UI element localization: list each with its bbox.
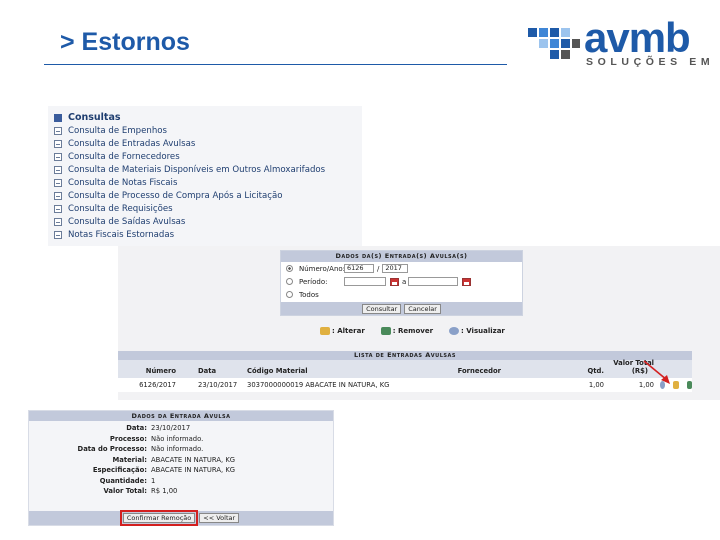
logo-brand: avmb (584, 14, 691, 61)
highlight-arrow (643, 360, 670, 384)
detail-row: Quantidade: 1 (99, 476, 156, 485)
menu-item-fornecedores[interactable]: Consulta de Fornecedores (54, 150, 362, 163)
remove-icon (380, 327, 391, 335)
menu-item-materiais-disponiveis[interactable]: Consulta de Materiais Disponíveis em Out… (54, 163, 362, 176)
calendar-icon[interactable] (462, 277, 472, 286)
bullet-icon (54, 139, 62, 148)
periodo-row: Período: a (281, 275, 522, 288)
entradas-table: Lista de Entradas Avulsas Número Data Có… (118, 351, 692, 392)
menu-item-entradas-avulsas[interactable]: Consulta de Entradas Avulsas (54, 137, 362, 150)
numero-radio[interactable] (286, 265, 293, 272)
periodo-separator: a (402, 277, 407, 286)
consultar-button[interactable]: Consultar (362, 303, 402, 314)
action-legend: : Alterar : Remover : Visualizar (320, 327, 505, 335)
menu-item-saidas-avulsas[interactable]: Consulta de Saídas Avulsas (54, 215, 362, 228)
menu-header[interactable]: Consultas (54, 112, 362, 123)
cell-qtd: 1,00 (588, 381, 604, 389)
bullet-icon (54, 204, 62, 213)
detail-row: Especificação: ABACATE IN NATURA, KG (92, 466, 236, 475)
detail-actions: Confirmar Remoção << Voltar (29, 510, 333, 526)
legend-alterar: : Alterar (320, 327, 365, 335)
periodo-radio[interactable] (286, 278, 293, 285)
menu-item-requisicoes[interactable]: Consulta de Requisições (54, 202, 362, 215)
cancelar-button[interactable]: Cancelar (404, 303, 441, 314)
detail-row: Data do Processo: Não informado. (77, 445, 204, 454)
company-logo: avmb SOLUÇÕES EM TI (528, 14, 720, 72)
col-qtd: Qtd. (587, 367, 604, 375)
magnifier-icon (449, 327, 460, 335)
entrada-detail-panel: Dados da Entrada Avulsa Data: 23/10/2017 … (28, 410, 334, 526)
logo-grid-icon (528, 28, 580, 59)
search-form-actions: Consultar Cancelar (281, 302, 522, 315)
numero-label: Número/Ano: (299, 264, 346, 273)
periodo-start-input[interactable] (344, 277, 386, 286)
bullet-icon (54, 126, 62, 135)
detail-row: Processo: Não informado. (109, 434, 204, 443)
col-data: Data (198, 367, 217, 375)
search-form: Dados da(s) Entrada(s) Avulsa(s) Número/… (280, 250, 523, 316)
col-codigo: Código Material (247, 367, 308, 375)
consultas-menu: Consultas Consulta de Empenhos Consulta … (48, 106, 362, 246)
menu-item-notas-estornadas[interactable]: Notas Fiscais Estornadas (54, 228, 362, 241)
numero-input[interactable]: 6126 (344, 264, 374, 273)
menu-item-processo-compra[interactable]: Consulta de Processo de Compra Após a Li… (54, 189, 362, 202)
cell-numero: 6126/2017 (139, 381, 176, 389)
todos-radio[interactable] (286, 291, 293, 298)
menu-item-empenhos[interactable]: Consulta de Empenhos (54, 124, 362, 137)
bullet-icon (54, 230, 62, 239)
col-numero: Número (145, 367, 176, 375)
table-header: Número Data Código Material Fornecedor Q… (118, 359, 692, 378)
pencil-icon (320, 327, 330, 335)
periodo-end-input[interactable] (408, 277, 459, 286)
todos-row: Todos (281, 288, 522, 301)
logo-tagline: SOLUÇÕES EM TI (586, 56, 720, 68)
detail-caption: Dados da Entrada Avulsa (29, 411, 333, 421)
bullet-icon (54, 165, 62, 174)
legend-remover: : Remover (380, 327, 433, 335)
table-row: 6126/2017 23/10/2017 3037000000019 ABACA… (118, 378, 692, 392)
col-fornecedor: Fornecedor (457, 367, 501, 375)
collapse-icon[interactable] (54, 113, 62, 122)
voltar-button[interactable]: << Voltar (199, 513, 240, 523)
cell-data: 23/10/2017 (198, 381, 238, 389)
numero-separator: / (377, 264, 380, 273)
detail-row: Material: ABACATE IN NATURA, KG (112, 455, 236, 464)
bullet-icon (54, 217, 62, 226)
bullet-icon (54, 191, 62, 200)
periodo-label: Período: (299, 277, 328, 286)
bullet-icon (54, 178, 62, 187)
title-divider (44, 64, 507, 65)
remove-icon[interactable] (686, 381, 692, 389)
ano-input[interactable]: 2017 (382, 264, 409, 273)
legend-visualizar: : Visualizar (449, 327, 505, 335)
search-form-caption: Dados da(s) Entrada(s) Avulsa(s) (281, 251, 522, 262)
confirmar-remocao-button[interactable]: Confirmar Remoção (119, 510, 199, 526)
calendar-icon[interactable] (390, 277, 399, 286)
bullet-icon (54, 152, 62, 161)
numero-row: Número/Ano: 6126 / 2017 (281, 262, 522, 275)
detail-row: Valor Total: R$ 1,00 (103, 487, 178, 496)
detail-row: Data: 23/10/2017 (126, 424, 191, 433)
menu-item-notas-fiscais[interactable]: Consulta de Notas Fiscais (54, 176, 362, 189)
todos-label: Todos (299, 290, 319, 299)
slide-title: > Estornos (60, 28, 190, 56)
cell-codigo: 3037000000019 ABACATE IN NATURA, KG (247, 381, 390, 389)
